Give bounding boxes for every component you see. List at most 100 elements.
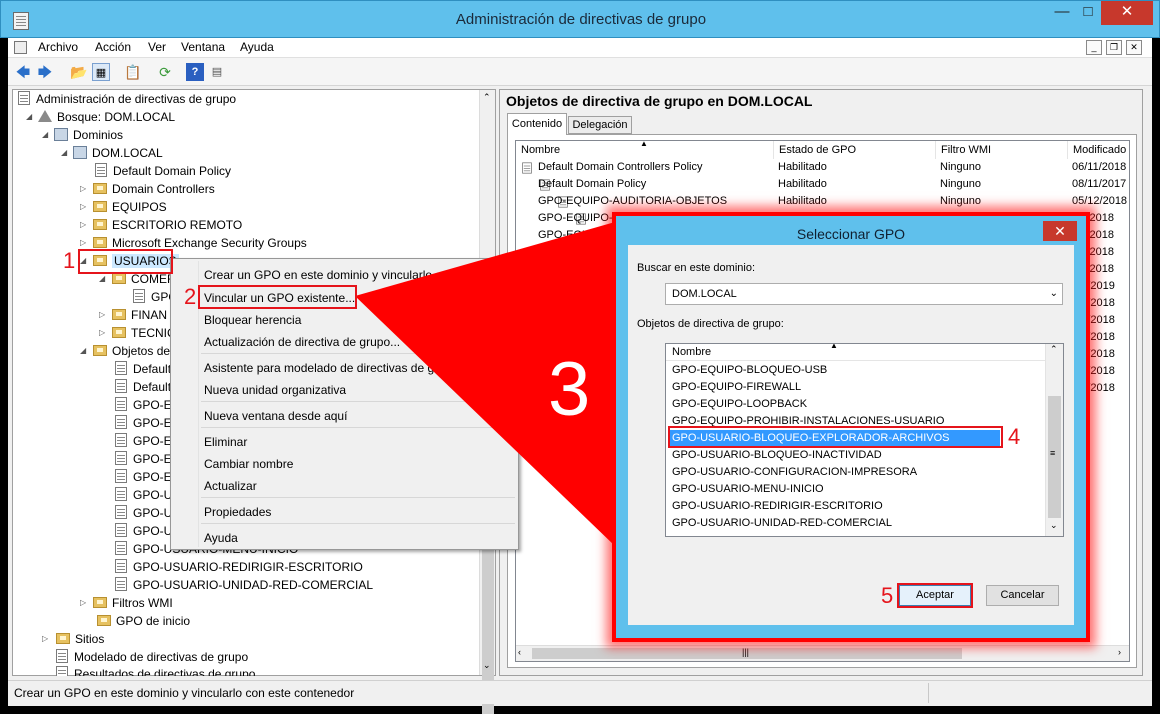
collapse-icon[interactable]: ◢ [26,108,34,126]
tree-gpo-object[interactable]: GPO-E [115,432,172,450]
scroll-up-icon[interactable]: ⌃ [483,92,491,103]
column-header-filtro-wmi[interactable]: Filtro WMI [936,141,1068,159]
tree-gpo-object[interactable]: GPO-USUARIO-UNIDAD-RED-COMERCIAL [115,576,373,594]
menu-item-eliminar[interactable]: Eliminar [204,435,247,449]
console-icon[interactable]: ▤ [208,63,226,81]
forward-icon[interactable]: 🡆 [36,63,54,81]
menu-ayuda[interactable]: Ayuda [240,40,274,54]
gpo-row-cell[interactable]: GPO-USUARIO- [538,295,620,312]
gpo-select-item[interactable]: GPO-USUARIO-MENU-INICIO [672,481,824,498]
help-icon[interactable]: ? [186,63,204,81]
tree-gpo-object[interactable]: Default [115,360,171,378]
expand-icon[interactable]: ▷ [80,216,88,234]
scroll-down-icon[interactable]: ⌄ [1050,520,1058,531]
menu-accion[interactable]: Acción [95,40,131,54]
expand-icon[interactable]: ▷ [99,324,107,342]
gpo-row-cell[interactable]: Default Domain Policy [538,176,646,193]
tree-item-results[interactable]: Resultados de directivas de grupo [56,666,255,676]
gpo-row-cell[interactable]: GPO-USUARIO- [538,278,620,295]
list-horizontal-scrollbar[interactable]: ‹ ||| › [516,645,1129,661]
collapse-icon[interactable]: ◢ [61,144,69,162]
gpo-select-item[interactable]: GPO-EQUIPO-LOOPBACK [672,396,807,413]
tab-contenido[interactable]: Contenido [507,113,567,135]
column-header-modificado[interactable]: Modificado [1068,141,1129,159]
menu-item-ayuda[interactable]: Ayuda [204,531,238,545]
tree-item-wmi-filters[interactable]: ▷ Filtros WMI [80,594,173,612]
show-tree-icon[interactable]: ▦ [92,63,110,81]
tree-item-tecnic[interactable]: ▷ TECNIC [99,324,176,342]
tree-forest[interactable]: ◢ Bosque: DOM.LOCAL [26,108,175,126]
menu-item-nueva-ou[interactable]: Nueva unidad organizativa [204,383,346,397]
menu-ver[interactable]: Ver [148,40,166,54]
expand-icon[interactable]: ▷ [80,594,88,612]
menu-item-actualizar[interactable]: Actualizar [204,479,257,493]
tree-domain[interactable]: ◢ DOM.LOCAL [61,144,163,162]
tree-root[interactable]: Administración de directivas de grupo [18,90,236,108]
scroll-up-icon[interactable]: ⌃ [1050,344,1058,355]
tab-delegacion[interactable]: Delegación [568,116,632,134]
gpo-select-item[interactable]: GPO-USUARIO-BLOQUEO-INACTIVIDAD [672,447,882,464]
tree-item-sites[interactable]: ▷ Sitios [42,630,104,648]
maximize-button[interactable]: □ [1075,1,1101,25]
menu-item-asistente[interactable]: Asistente para modelado de directivas de… [204,361,468,375]
tree-item-starter-gpos[interactable]: GPO de inicio [97,612,190,630]
tree-gpo-object[interactable]: GPO-U [115,486,172,504]
system-menu-icon[interactable] [14,41,27,54]
mdi-restore-icon[interactable]: ❐ [1106,40,1122,55]
dialog-list-scrollbar[interactable]: ⌃ ≡ ⌄ [1045,344,1063,536]
menu-ventana[interactable]: Ventana [181,40,225,54]
expand-icon[interactable]: ▷ [80,198,88,216]
expand-icon[interactable]: ▷ [80,180,88,198]
tree-domains[interactable]: ◢ Dominios [42,126,123,144]
back-icon[interactable]: 🡄 [14,63,32,81]
properties-icon[interactable]: 📋 [124,63,142,81]
mdi-close-icon[interactable]: ✕ [1126,40,1142,55]
tree-item-default-domain-policy[interactable]: Default Domain Policy [95,162,231,180]
expand-icon[interactable]: ▷ [99,306,107,324]
tree-item-finan[interactable]: ▷ FINAN [99,306,167,324]
tree-item-modeling[interactable]: Modelado de directivas de grupo [56,648,248,666]
close-button[interactable]: ✕ [1101,1,1153,25]
gpo-row-cell[interactable]: GPO-USUARIO- [538,312,620,329]
minimize-button[interactable]: — [1049,1,1075,25]
dialog-close-button[interactable]: ✕ [1043,221,1077,241]
tree-gpo-object[interactable]: GPO-E [115,414,172,432]
menu-item-cambiar-nombre[interactable]: Cambiar nombre [204,457,293,471]
tree-gpo-object[interactable]: GPO-U [115,504,172,522]
menu-archivo[interactable]: Archivo [38,40,78,54]
gpo-select-item[interactable]: GPO-EQUIPO-FIREWALL [672,379,801,396]
gpo-select-item[interactable]: GPO-USUARIO-REDIRIGIR-ESCRITORIO [672,498,883,515]
gpo-select-item[interactable]: GPO-USUARIO-CONFIGURACION-IMPRESORA [672,464,917,481]
menu-item-propiedades[interactable]: Propiedades [204,505,271,519]
menu-item-bloquear-herencia[interactable]: Bloquear herencia [204,313,301,327]
gpo-select-item[interactable]: GPO-EQUIPO-BLOQUEO-USB [672,362,827,379]
gpo-select-item[interactable]: GPO-USUARIO-UNIDAD-RED-COMERCIAL [672,515,892,532]
tree-item-domain-controllers[interactable]: ▷ Domain Controllers [80,180,215,198]
mdi-minimize-icon[interactable]: _ [1086,40,1102,55]
tree-item-gpo-objects[interactable]: ◢ Objetos de [80,342,170,360]
menu-item-crear-gpo[interactable]: Crear un GPO en este dominio y vincularl… [204,268,469,282]
tree-gpo-object[interactable]: GPO-E [115,396,172,414]
gpo-row-cell[interactable]: Default Domain Controllers Policy [538,159,702,176]
column-header-estado[interactable]: Estado de GPO [774,141,936,159]
scroll-right-icon[interactable]: › [1118,647,1121,657]
collapse-icon[interactable]: ◢ [42,126,50,144]
up-folder-icon[interactable]: 📂 [70,63,88,81]
gpo-row-cell[interactable]: GPO-EQUIPO-AUDITORIA-OBJETOS [538,193,727,210]
tree-item-escritorio-remoto[interactable]: ▷ ESCRITORIO REMOTO [80,216,242,234]
refresh-icon[interactable]: ⟳ [156,63,174,81]
domain-select[interactable]: DOM.LOCAL ⌄ [665,283,1063,305]
gpo-row-cell[interactable]: GPO-EQUIPO-FI [538,227,622,244]
cancelar-button[interactable]: Cancelar [986,585,1059,606]
expand-icon[interactable]: ▷ [42,630,50,648]
tree-gpo-object[interactable]: GPO-E [115,468,172,486]
tree-item-equipos[interactable]: ▷ EQUIPOS [80,198,167,216]
tree-gpo-object[interactable]: GPO-E [115,450,172,468]
collapse-icon[interactable]: ◢ [80,342,88,360]
tree-gpo-object[interactable]: Default [115,378,171,396]
tree-gpo-object[interactable]: GPO-USUARIO-REDIRIGIR-ESCRITORIO [115,558,363,576]
list-header-nombre[interactable]: Nombre [666,344,1046,361]
tree-gpo-object[interactable]: GPO-U [115,522,172,540]
scroll-left-icon[interactable]: ‹ [518,647,521,657]
menu-item-actualizacion[interactable]: Actualización de directiva de grupo... [204,335,400,349]
